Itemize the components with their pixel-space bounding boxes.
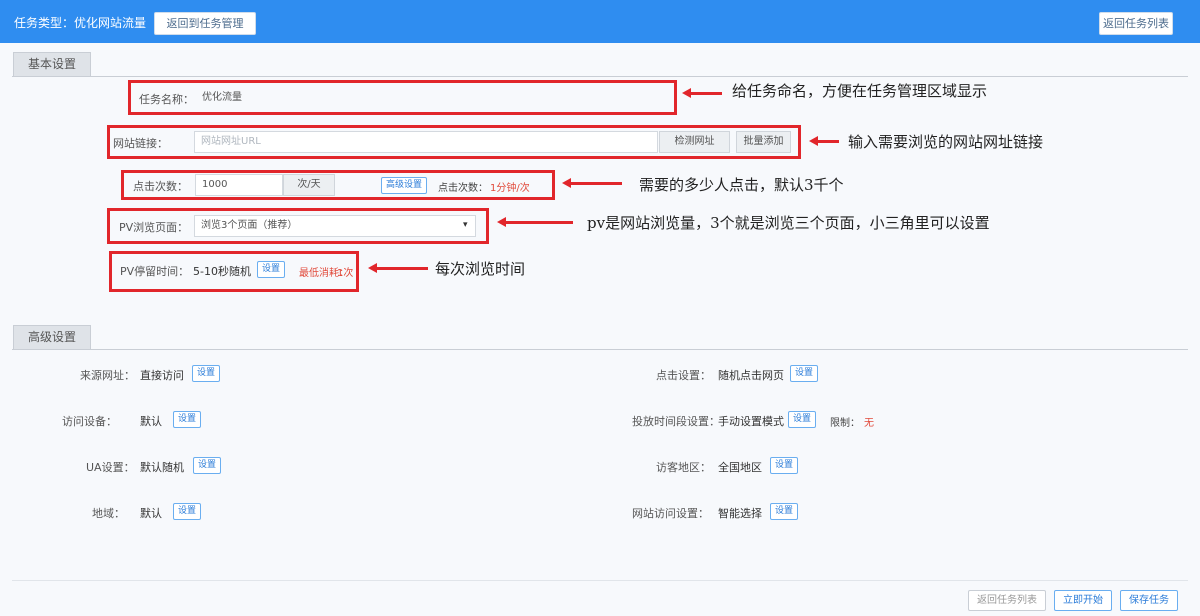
device-label: 访问设备： — [62, 415, 117, 428]
click-settings-value: 随机点击网页 — [718, 369, 784, 382]
footer-divider — [12, 580, 1188, 581]
batch-add-button[interactable]: 批量添加 — [736, 131, 791, 153]
url-input[interactable]: 网站网址URL — [194, 131, 658, 153]
clicks-unit-label: 次/天 — [283, 174, 335, 196]
pv-time-value: 5-10秒随机 — [193, 265, 251, 278]
pv-time-settings-button[interactable]: 设置 — [257, 261, 286, 278]
annotation-note-pv-time: 每次浏览时间 — [435, 260, 526, 278]
task-name-label: 任务名称： — [139, 93, 194, 106]
device-settings-button[interactable]: 设置 — [173, 411, 202, 428]
region-settings-button[interactable]: 设置 — [173, 503, 202, 520]
annotation-note-url: 输入需要浏览的网站网址链接 — [848, 133, 1044, 151]
visitor-area-label: 访客地区： — [656, 461, 711, 474]
region-value: 默认 — [140, 507, 162, 520]
visitor-area-settings-button[interactable]: 设置 — [770, 457, 799, 474]
top-header-bar: 任务类型：优化网站流量 返回到任务管理 返回任务列表 — [0, 0, 1200, 43]
save-task-button[interactable]: 保存任务 — [1120, 590, 1178, 611]
time-slot-value: 手动设置模式 — [718, 415, 784, 428]
start-now-button[interactable]: 立即开始 — [1054, 590, 1112, 611]
source-url-value: 直接访问 — [140, 369, 184, 382]
section-divider — [12, 76, 1188, 77]
annotation-arrow — [682, 88, 722, 98]
source-url-label: 来源网址： — [80, 369, 135, 382]
clicks-input[interactable]: 1000 — [195, 174, 283, 196]
pv-time-label: PV停留时间： — [120, 265, 190, 278]
pv-label: PV浏览页面： — [119, 221, 189, 234]
ua-value: 默认随机 — [140, 461, 184, 474]
time-slot-limit-value: 无 — [864, 418, 874, 429]
basic-settings-tab[interactable]: 基本设置 — [13, 52, 92, 76]
footer-return-list-button[interactable]: 返回任务列表 — [968, 590, 1046, 611]
clicks-label: 点击次数： — [133, 180, 188, 193]
min-consume-value: 1次 — [337, 268, 354, 279]
pv-select[interactable]: 浏览3个页面（推荐） — [194, 215, 476, 237]
time-slot-label: 投放时间段设置： — [632, 415, 720, 428]
annotation-note-task-name: 给任务命名，方便在任务管理区域显示 — [732, 82, 988, 100]
time-slot-settings-button[interactable]: 设置 — [788, 411, 817, 428]
return-task-manage-button[interactable]: 返回到任务管理 — [154, 12, 256, 35]
click-settings-button[interactable]: 设置 — [790, 365, 819, 382]
site-access-settings-button[interactable]: 设置 — [770, 503, 799, 520]
annotation-note-clicks: 需要的多少人点击，默认3千个 — [639, 176, 844, 194]
site-access-label: 网站访问设置： — [632, 507, 709, 520]
region-label: 地域： — [92, 507, 125, 520]
annotation-arrow — [562, 178, 622, 188]
annotation-arrow — [497, 217, 573, 227]
task-settings-page: 任务类型：优化网站流量 返回到任务管理 返回任务列表 基本设置 任务名称： 优化… — [0, 0, 1200, 616]
section-divider — [12, 349, 1188, 350]
annotation-note-pv: pv是网站浏览量，3个就是浏览三个页面，小三角里可以设置 — [587, 214, 990, 232]
ua-label: UA设置： — [86, 461, 135, 474]
annotation-arrow — [368, 263, 428, 273]
clicks-extra-value: 1分钟/次 — [490, 183, 530, 194]
return-task-list-button[interactable]: 返回任务列表 — [1099, 12, 1173, 35]
url-label: 网站链接： — [113, 137, 168, 150]
site-access-value: 智能选择 — [718, 507, 762, 520]
header-title: 任务类型：优化网站流量 — [14, 16, 147, 30]
device-value: 默认 — [140, 415, 162, 428]
advanced-settings-tab[interactable]: 高级设置 — [13, 325, 92, 349]
visitor-area-value: 全国地区 — [718, 461, 762, 474]
annotation-arrow — [809, 136, 839, 146]
click-settings-label: 点击设置： — [656, 369, 711, 382]
advanced-settings-link[interactable]: 高级设置 — [381, 177, 428, 194]
clicks-extra-label: 点击次数： — [438, 183, 488, 194]
time-slot-limit-label: 限制： — [830, 418, 860, 429]
chevron-down-icon[interactable]: ▾ — [463, 220, 468, 230]
check-url-button[interactable]: 检测网址 — [659, 131, 730, 153]
source-url-settings-button[interactable]: 设置 — [192, 365, 221, 382]
ua-settings-button[interactable]: 设置 — [193, 457, 222, 474]
task-name-input[interactable]: 优化流量 — [195, 87, 665, 109]
